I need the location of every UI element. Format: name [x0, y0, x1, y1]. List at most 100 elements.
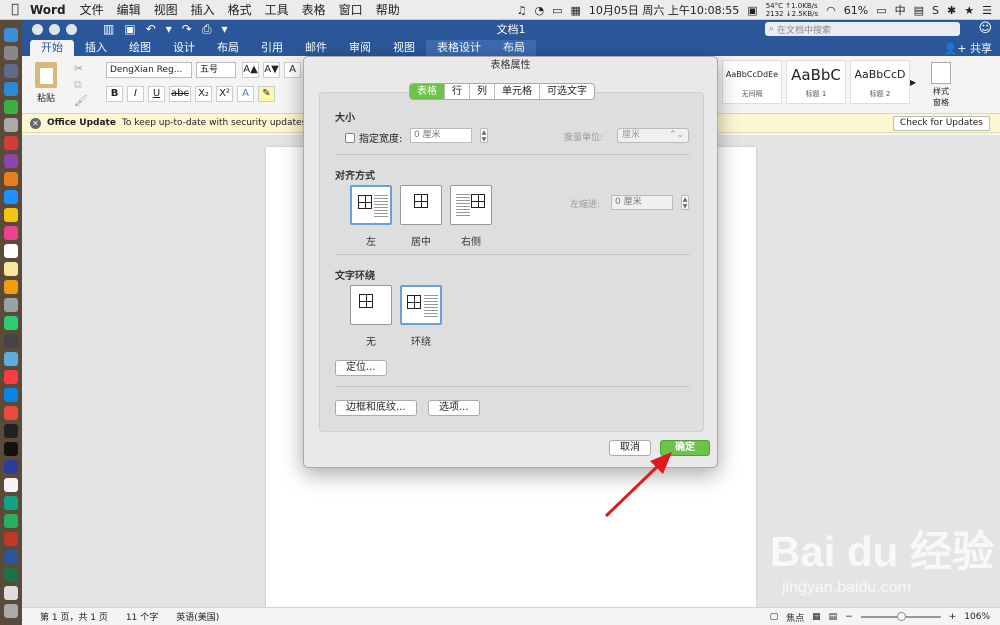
star-icon[interactable]: ★ [964, 4, 974, 17]
sidebar-toggle-icon[interactable]: ▥ [103, 22, 114, 37]
document-search-field[interactable]: ⌕ 在文档中搜索 [765, 22, 960, 36]
trash-icon[interactable] [4, 604, 18, 618]
borders-shading-button[interactable]: 边框和底纹... [335, 400, 417, 416]
preferred-width-input[interactable]: 0 厘米 [410, 128, 472, 143]
checkbox-box[interactable] [345, 132, 355, 143]
yandex-icon[interactable] [4, 478, 18, 492]
shrink-font-button[interactable]: A▼ [263, 62, 280, 78]
zoom-level[interactable]: 106% [964, 612, 990, 622]
menu-table[interactable]: 表格 [302, 1, 326, 18]
copy-icon[interactable]: ⧉ [74, 78, 82, 92]
tab-insert[interactable]: 插入 [74, 40, 118, 56]
style-heading-1[interactable]: AaBbC 标题 1 [786, 60, 846, 104]
camera-icon[interactable] [4, 334, 18, 348]
dismiss-notice-icon[interactable]: ✕ [30, 117, 41, 129]
messages-icon[interactable] [4, 316, 18, 330]
customize-toolbar-icon[interactable]: ▾ [221, 22, 227, 37]
font-size-select[interactable]: 五号 [196, 62, 236, 78]
undo-icon[interactable]: ↶ [146, 22, 156, 37]
check-for-updates-button[interactable]: Check for Updates [892, 116, 990, 131]
preferred-width-stepper[interactable]: ▲ ▼ [480, 128, 488, 143]
feedback-smiley-icon[interactable]: ☺ [978, 21, 992, 36]
menu-window[interactable]: 窗口 [339, 1, 363, 18]
sysinfo-icon[interactable]: ▣ [747, 4, 757, 17]
bold-button[interactable]: B [106, 86, 123, 102]
undo-dropdown-icon[interactable]: ▾ [166, 22, 172, 37]
qq-icon[interactable]: ◔ [534, 4, 544, 17]
ok-button[interactable]: 确定 [660, 440, 710, 456]
minimize-window-button[interactable] [49, 23, 60, 35]
tab-table-design[interactable]: 表格设计 [426, 40, 492, 56]
display-icon[interactable]: ▭ [552, 4, 562, 17]
styles-more-arrow-icon[interactable]: ▶ [910, 78, 916, 87]
launchpad-icon[interactable] [4, 46, 18, 60]
tab-cell[interactable]: 单元格 [495, 84, 540, 99]
menu-format[interactable]: 格式 [228, 1, 252, 18]
music-dock-icon[interactable] [4, 370, 18, 384]
cut-icon[interactable]: ✂ [74, 62, 83, 75]
safari-icon[interactable] [4, 190, 18, 204]
tab-column[interactable]: 列 [470, 84, 495, 99]
tab-view[interactable]: 视图 [382, 40, 426, 56]
music-icon[interactable]: ♫ [517, 4, 527, 17]
input-method[interactable]: 中 [895, 2, 906, 18]
grow-font-button[interactable]: A▲ [242, 62, 259, 78]
save-icon[interactable]: ▣ [124, 22, 135, 37]
zoom-slider-knob[interactable] [896, 612, 906, 621]
print-layout-icon[interactable]: ▦ [812, 612, 821, 622]
menu-help[interactable]: 帮助 [376, 1, 400, 18]
preferred-width-checkbox[interactable]: 指定宽度: [345, 130, 402, 145]
positioning-button[interactable]: 定位... [335, 360, 387, 376]
app-menu-word[interactable]: Word [30, 3, 66, 17]
app-icon-teal[interactable] [4, 496, 18, 510]
tab-alt-text[interactable]: 可选文字 [540, 84, 594, 99]
bluetooth-icon[interactable]: ✱ [947, 4, 956, 17]
options-button[interactable]: 选项... [428, 400, 480, 416]
battery-icon[interactable]: ▭ [876, 4, 886, 17]
photos-icon[interactable] [4, 118, 18, 132]
page-count[interactable]: 第 1 页，共 1 页 [40, 610, 108, 623]
align-right-option[interactable] [450, 185, 492, 225]
zoom-in-icon[interactable]: + [949, 612, 957, 622]
calendar-dock-icon[interactable] [4, 244, 18, 258]
app-icon-pink[interactable] [4, 226, 18, 240]
vpn-icon[interactable] [4, 460, 18, 474]
align-left-option[interactable] [350, 185, 392, 225]
tab-review[interactable]: 审阅 [338, 40, 382, 56]
change-case-button[interactable]: A [284, 62, 301, 78]
menu-tools[interactable]: 工具 [265, 1, 289, 18]
font-name-select[interactable]: DengXian Reg... [106, 62, 192, 78]
app-icon-gray[interactable] [4, 298, 18, 312]
redo-icon[interactable]: ↷ [182, 22, 192, 37]
tab-draw[interactable]: 绘图 [118, 40, 162, 56]
tab-home[interactable]: 开始 [30, 40, 74, 56]
format-painter-icon[interactable]: 🖌 [74, 94, 88, 107]
menu-insert[interactable]: 插入 [191, 1, 215, 18]
tab-design[interactable]: 设计 [162, 40, 206, 56]
screen-icon[interactable]: ▤ [914, 4, 924, 17]
wrap-none-option[interactable] [350, 285, 392, 325]
styles-pane-button[interactable]: 样式 窗格 [926, 62, 956, 108]
activity-icon[interactable] [4, 442, 18, 456]
paste-button[interactable]: 粘贴 [32, 62, 60, 104]
calendar-icon[interactable]: ▦ [571, 4, 581, 17]
style-heading-2[interactable]: AaBbCcD 标题 2 [850, 60, 910, 104]
terminal-icon[interactable] [4, 424, 18, 438]
align-center-option[interactable] [400, 185, 442, 225]
appstore-icon[interactable] [4, 388, 18, 402]
zoom-window-button[interactable] [66, 23, 77, 35]
strikethrough-button[interactable]: abc [169, 86, 191, 102]
wifi-icon[interactable]: ◠ [826, 4, 836, 17]
word-dock-icon[interactable] [4, 550, 18, 564]
menu-file[interactable]: 文件 [80, 1, 104, 18]
measure-in-select[interactable]: 厘米 ⌃⌄ [617, 128, 689, 143]
tab-layout[interactable]: 布局 [206, 40, 250, 56]
share-button[interactable]: 👤+ 共享 [944, 40, 992, 56]
underline-button[interactable]: U [148, 86, 165, 102]
excel-dock-icon[interactable] [4, 568, 18, 582]
tab-row[interactable]: 行 [445, 84, 470, 99]
notes-icon[interactable] [4, 262, 18, 276]
apple-menu-icon[interactable]:  [0, 2, 30, 17]
battery-percent[interactable]: 61% [844, 4, 868, 17]
zoom-slider[interactable] [860, 612, 941, 621]
